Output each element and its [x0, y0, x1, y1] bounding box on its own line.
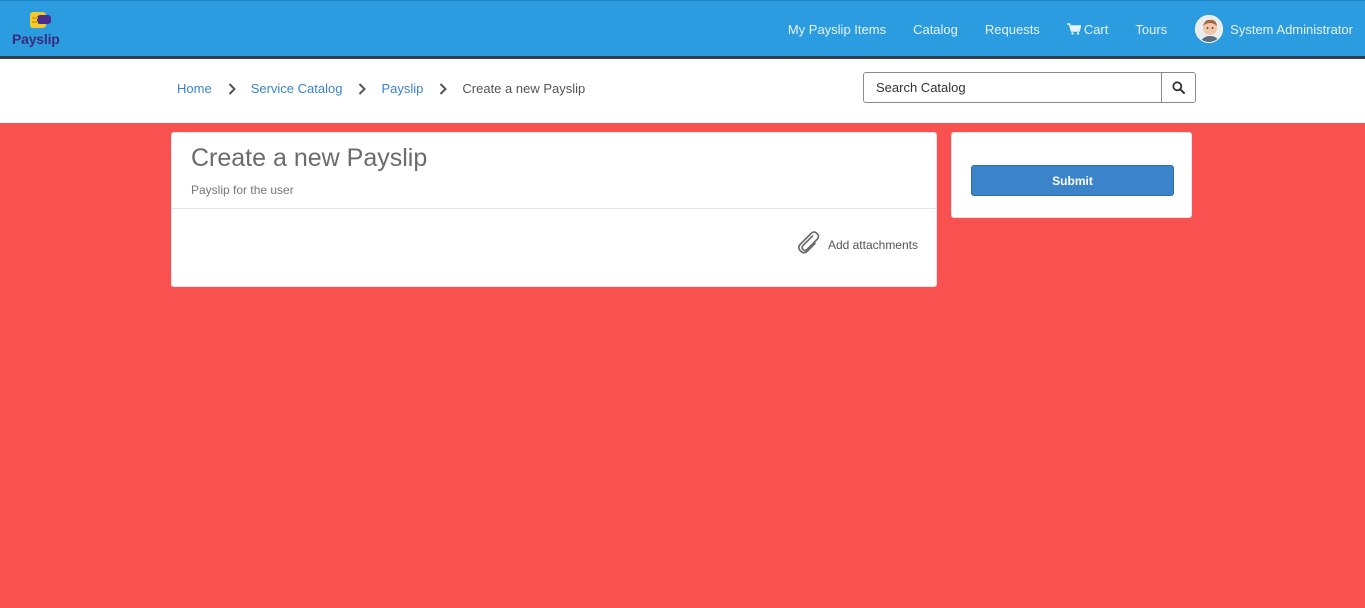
- catalog-search: [863, 72, 1196, 103]
- user-menu[interactable]: System Administrator: [1195, 15, 1353, 43]
- breadcrumb-home[interactable]: Home: [177, 81, 212, 96]
- user-name: System Administrator: [1230, 21, 1353, 37]
- breadcrumb-service-catalog[interactable]: Service Catalog: [251, 81, 343, 96]
- search-button[interactable]: [1161, 73, 1195, 102]
- catalog-item-card: Create a new Payslip Payslip for the use…: [171, 132, 937, 287]
- order-sidebar: Submit: [951, 132, 1192, 218]
- breadcrumb-current: Create a new Payslip: [462, 81, 586, 96]
- nav-my-payslip-items[interactable]: My Payslip Items: [788, 22, 886, 37]
- item-description: Payslip for the user: [191, 183, 294, 197]
- avatar: [1195, 15, 1224, 43]
- add-attachments-button[interactable]: Add attachments: [796, 230, 918, 254]
- nav-cart-label: Cart: [1083, 21, 1109, 37]
- breadcrumb-payslip[interactable]: Payslip: [381, 81, 423, 96]
- logo-mark-icon: [30, 12, 51, 28]
- add-attachments-label: Add attachments: [827, 238, 918, 252]
- breadcrumb-bar: Home Service Catalog Payslip Create a ne…: [0, 59, 1365, 123]
- divider: [172, 208, 936, 209]
- nav-tours[interactable]: Tours: [1135, 22, 1167, 37]
- brand-logo[interactable]: Payslip: [12, 11, 68, 49]
- brand-name: Payslip: [12, 31, 60, 47]
- search-input[interactable]: [864, 73, 1161, 102]
- paperclip-icon: [797, 231, 820, 254]
- chevron-right-icon: [228, 82, 236, 95]
- page-title: Create a new Payslip: [191, 144, 428, 172]
- nav-cart[interactable]: Cart: [1066, 21, 1109, 37]
- search-icon: [1172, 81, 1185, 94]
- chevron-right-icon: [359, 82, 367, 95]
- user-avatar-icon: [1196, 16, 1223, 42]
- top-header: Payslip My Payslip Items Catalog Request…: [0, 0, 1365, 59]
- nav-requests[interactable]: Requests: [985, 22, 1040, 37]
- nav-catalog[interactable]: Catalog: [913, 22, 958, 37]
- submit-button[interactable]: Submit: [971, 165, 1174, 196]
- breadcrumb: Home Service Catalog Payslip Create a ne…: [177, 81, 585, 96]
- chevron-right-icon: [440, 82, 448, 95]
- cart-icon: [1066, 23, 1081, 35]
- top-nav: My Payslip Items Catalog Requests Cart T…: [761, 1, 1353, 57]
